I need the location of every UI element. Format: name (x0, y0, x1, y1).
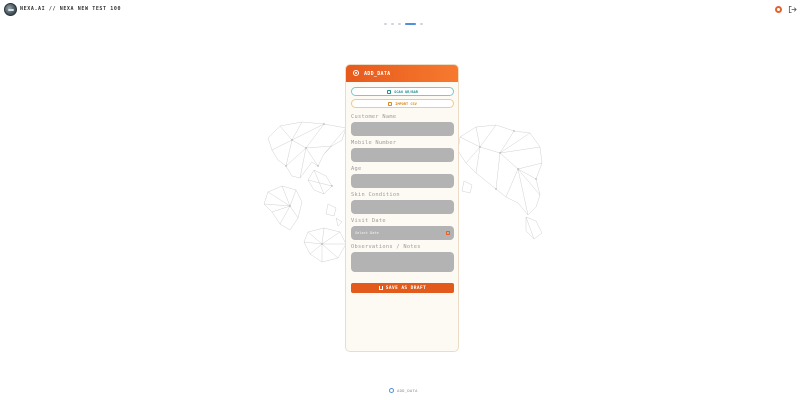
import-csv-label: IMPORT CSV (395, 101, 417, 106)
target-icon (389, 388, 394, 393)
settings-icon[interactable] (775, 6, 782, 13)
step-indicator (384, 22, 423, 25)
top-bar: NEXA.AI // NEXA NEW TEST 100 (0, 0, 806, 20)
globe-logo-icon (4, 3, 17, 16)
qr-scan-icon (387, 89, 392, 94)
visit-date-input[interactable]: Select Date (351, 226, 454, 240)
step-dot[interactable] (384, 22, 387, 25)
mobile-number-label: Mobile Number (351, 140, 397, 146)
download-icon (378, 286, 383, 290)
age-input[interactable] (351, 174, 454, 188)
target-icon (353, 70, 359, 76)
step-dot[interactable] (391, 22, 394, 25)
save-as-draft-button[interactable]: SAVE AS DRAFT (351, 283, 454, 293)
step-dot[interactable] (398, 22, 401, 25)
observations-textarea[interactable] (351, 252, 454, 272)
world-map-right-graphic (457, 124, 543, 240)
visit-date-placeholder: Select Date (355, 231, 379, 235)
footer-label: ADD_DATA (397, 388, 418, 393)
observations-label: Observations / Notes (351, 244, 421, 250)
save-as-draft-label: SAVE AS DRAFT (385, 285, 427, 291)
visit-date-label: Visit Date (351, 218, 386, 224)
step-dot-active[interactable] (405, 22, 416, 25)
customer-name-input[interactable] (351, 122, 454, 136)
form-title: ADD_DATA (364, 71, 391, 77)
calendar-icon[interactable] (446, 231, 450, 235)
mobile-number-input[interactable] (351, 148, 454, 162)
scan-qr-button[interactable]: SCAN QR/BAR (351, 87, 454, 96)
skin-condition-input[interactable] (351, 200, 454, 214)
skin-condition-label: Skin Condition (351, 192, 400, 198)
form-header: ADD_DATA (346, 65, 458, 82)
logout-icon[interactable] (788, 5, 797, 14)
import-csv-button[interactable]: IMPORT CSV (351, 99, 454, 108)
footer-nav[interactable]: ADD_DATA (389, 388, 418, 393)
add-data-form-card: ADD_DATA SCAN QR/BAR IMPORT CSV Customer… (345, 64, 459, 352)
customer-name-label: Customer Name (351, 114, 397, 120)
app-title: NEXA.AI // NEXA NEW TEST 100 (20, 6, 122, 12)
age-label: Age (351, 166, 362, 172)
scan-qr-label: SCAN QR/BAR (394, 89, 418, 94)
step-dot[interactable] (420, 22, 423, 25)
world-map-left-graphic (263, 121, 347, 263)
file-import-icon (388, 101, 393, 106)
